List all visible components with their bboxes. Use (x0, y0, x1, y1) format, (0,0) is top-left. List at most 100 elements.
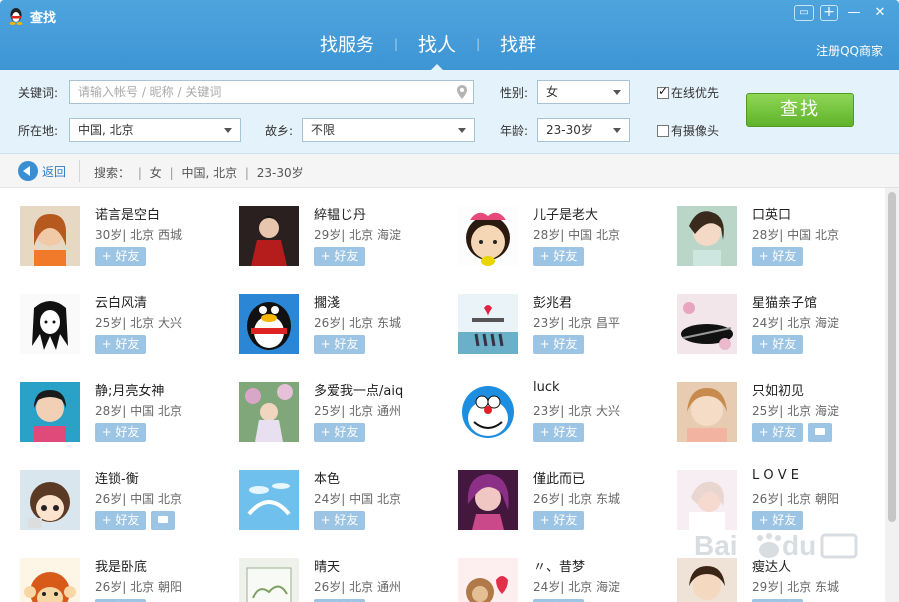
user-card[interactable]: 只如初见 25岁| 北京 海淀 + 好友 (677, 382, 885, 456)
user-nickname[interactable]: 口英口 (752, 204, 791, 223)
register-merchant-link[interactable]: 注册QQ商家 (816, 42, 883, 59)
keyword-input[interactable]: 请输入帐号 / 昵称 / 关键词 (69, 80, 474, 104)
add-friend-button[interactable]: + 好友 (314, 335, 365, 354)
tab-find-group[interactable]: 找群 (480, 31, 556, 57)
baidu-watermark-logo: Bai du (690, 525, 860, 565)
add-icon[interactable]: + (820, 5, 838, 21)
back-button[interactable]: 返回 (18, 161, 66, 181)
user-nickname[interactable]: 静;月亮女神 (95, 380, 164, 399)
add-friend-button[interactable]: + 好友 (533, 511, 584, 530)
avatar[interactable] (458, 470, 518, 530)
avatar[interactable] (677, 294, 737, 354)
user-card[interactable]: luck 23岁| 北京 大兴 + 好友 (458, 380, 668, 456)
online-first-checkbox[interactable]: 在线优先 (657, 84, 719, 101)
user-nickname[interactable]: 晴天 (314, 556, 340, 575)
user-nickname[interactable]: 诺言是空白 (95, 204, 160, 223)
add-friend-button[interactable]: + 好友 (314, 247, 365, 266)
user-nickname[interactable]: 本色 (314, 468, 340, 487)
tab-find-people[interactable]: 找人 (398, 30, 476, 71)
user-nickname[interactable]: 擱淺 (314, 292, 340, 311)
user-nickname[interactable]: 儿子是老大 (533, 204, 598, 223)
add-friend-button[interactable]: + 好友 (533, 423, 584, 442)
user-card[interactable]: 口英口 28岁| 中国 北京 + 好友 (677, 206, 885, 280)
keyword-label: 关键词: (18, 86, 59, 100)
add-friend-button[interactable]: + 好友 (314, 423, 365, 442)
avatar[interactable] (239, 206, 299, 266)
user-card[interactable]: 〃、昔梦24岁| 北京 海淀+ 好友 (458, 558, 668, 602)
avatar[interactable] (458, 382, 518, 442)
user-age-location: 26岁| 北京 东城 (314, 316, 401, 330)
gender-label: 性别: (500, 86, 529, 100)
add-friend-button[interactable]: + 好友 (752, 335, 803, 354)
user-card[interactable]: 多爱我一点/aiq 25岁| 北京 通州 + 好友 (239, 382, 449, 456)
avatar[interactable] (458, 558, 518, 602)
hometown-select[interactable]: 不限 (302, 118, 475, 142)
avatar[interactable] (677, 470, 737, 530)
user-nickname[interactable]: 云白风清 (95, 292, 147, 311)
add-friend-button[interactable]: + 好友 (95, 511, 146, 530)
avatar[interactable] (458, 294, 518, 354)
avatar[interactable] (458, 206, 518, 266)
user-nickname[interactable]: 连锁-衡 (95, 468, 139, 487)
add-friend-button[interactable]: + 好友 (95, 335, 146, 354)
back-label: 返回 (42, 164, 67, 179)
location-select[interactable]: 中国, 北京 (69, 118, 241, 142)
search-button[interactable]: 查找 (746, 93, 854, 127)
user-card[interactable]: 本色 24岁| 中国 北京 + 好友 (239, 470, 449, 544)
breadcrumb: 搜索： | 女 | 中国, 北京 | 23-30岁 (94, 164, 304, 181)
avatar[interactable] (677, 382, 737, 442)
avatar[interactable] (239, 558, 299, 602)
user-nickname[interactable]: luck (533, 380, 560, 395)
user-card[interactable]: 彭兆君 23岁| 北京 昌平 + 好友 (458, 294, 668, 368)
avatar[interactable] (20, 470, 80, 530)
avatar[interactable] (20, 382, 80, 442)
chat-icon[interactable]: ▭ (794, 5, 814, 21)
camera-checkbox[interactable]: 有摄像头 (657, 122, 719, 139)
age-select[interactable]: 23-30岁 (537, 118, 630, 142)
minimize-icon[interactable]: — (841, 3, 867, 23)
add-friend-button[interactable]: + 好友 (533, 335, 584, 354)
avatar[interactable] (20, 294, 80, 354)
add-friend-button[interactable]: + 好友 (752, 247, 803, 266)
avatar[interactable] (20, 206, 80, 266)
add-friend-button[interactable]: + 好友 (752, 423, 803, 442)
gender-select[interactable]: 女 (537, 80, 630, 104)
user-card[interactable]: 静;月亮女神 28岁| 中国 北京 + 好友 (20, 382, 230, 456)
avatar[interactable] (677, 206, 737, 266)
user-card[interactable]: 诺言是空白 30岁| 北京 西城 + 好友 (20, 206, 230, 280)
user-nickname[interactable]: 我是卧底 (95, 556, 147, 575)
user-card[interactable]: 星猫亲子馆 24岁| 北京 海淀 + 好友 (677, 294, 885, 368)
results-scrollbar[interactable] (885, 188, 899, 602)
user-card[interactable]: 云白风清 25岁| 北京 大兴 + 好友 (20, 294, 230, 368)
message-icon[interactable] (151, 511, 175, 530)
user-nickname[interactable]: L O V E (752, 468, 799, 483)
user-card[interactable]: 连锁-衡 26岁| 中国 北京 + 好友 (20, 470, 230, 544)
chevron-down-icon (458, 128, 466, 133)
avatar[interactable] (239, 470, 299, 530)
user-card[interactable]: 我是卧底26岁| 北京 朝阳+ 好友 (20, 558, 230, 602)
user-card[interactable]: 儿子是老大 28岁| 中国 北京 + 好友 (458, 206, 668, 280)
avatar[interactable] (239, 382, 299, 442)
user-nickname[interactable]: 綷韫じ丹 (314, 204, 366, 223)
avatar[interactable] (239, 294, 299, 354)
user-nickname[interactable]: 僅此而已 (533, 468, 585, 487)
add-friend-button[interactable]: + 好友 (95, 423, 146, 442)
user-card[interactable]: 晴天26岁| 北京 通州+ 好友 (239, 558, 449, 602)
avatar[interactable] (20, 558, 80, 602)
close-icon[interactable]: ✕ (867, 3, 893, 23)
user-nickname[interactable]: 〃、昔梦 (533, 556, 585, 575)
user-nickname[interactable]: 多爱我一点/aiq (314, 380, 403, 399)
tab-find-service[interactable]: 找服务 (300, 31, 394, 57)
add-friend-button[interactable]: + 好友 (314, 511, 365, 530)
user-card[interactable]: 僅此而已 26岁| 北京 东城 + 好友 (458, 470, 668, 544)
user-card[interactable]: 擱淺 26岁| 北京 东城 + 好友 (239, 294, 449, 368)
user-nickname[interactable]: 星猫亲子馆 (752, 292, 817, 311)
breadcrumb-bar: 返回 搜索： | 女 | 中国, 北京 | 23-30岁 (0, 154, 899, 188)
user-nickname[interactable]: 彭兆君 (533, 292, 572, 311)
message-icon[interactable] (808, 423, 832, 442)
add-friend-button[interactable]: + 好友 (95, 247, 146, 266)
add-friend-button[interactable]: + 好友 (533, 247, 584, 266)
user-nickname[interactable]: 只如初见 (752, 380, 804, 399)
scrollbar-thumb[interactable] (888, 192, 896, 522)
user-card[interactable]: 綷韫じ丹 29岁| 北京 海淀 + 好友 (239, 206, 449, 280)
